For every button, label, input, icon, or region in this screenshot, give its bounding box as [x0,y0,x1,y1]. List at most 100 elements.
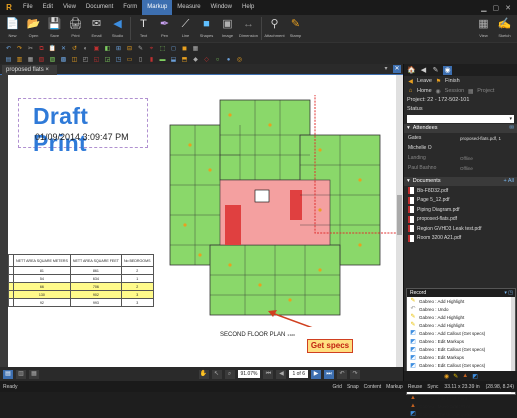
minimize-icon[interactable]: ▁ [481,4,486,12]
toolbar-tool-icon[interactable]: ▮ [147,56,156,64]
record-item[interactable]: ◩Gabreo : Edit Callout (Get specs) [407,362,515,370]
chat-icon[interactable]: ◩ [472,373,478,380]
record-item[interactable]: ◩Gabreo : Edit Markups [407,337,515,345]
record-item[interactable]: ◩Gabreo : Edit Markups [407,354,515,362]
first-page-icon[interactable]: ⏮ [263,369,274,379]
toolbar-tool-icon[interactable]: ▤ [4,56,13,64]
toolbar-tool-icon[interactable]: ◐ [81,45,90,53]
menu-markup[interactable]: Markup [142,0,173,15]
page-field[interactable]: 1 of 6 [289,370,308,378]
open-button[interactable]: 📂 Open [23,15,44,42]
attendee-row[interactable]: Landing Offline [404,153,517,163]
stamp-icon[interactable]: ▲ [462,373,468,379]
status-toggle-grid[interactable]: Grid [333,384,342,390]
menu-help[interactable]: Help [237,0,259,15]
toolbar-tool-icon[interactable]: ▬ [158,56,167,64]
email-button[interactable]: ✉ Email [86,15,107,42]
toolbar-tool-icon[interactable]: ▦ [26,56,35,64]
panel-tab-3[interactable]: ◉ [443,65,452,75]
toolbar-tool-icon[interactable]: ◰ [81,56,90,64]
view-button[interactable]: ▦ View [473,15,494,42]
toolbar-tool-icon[interactable]: ✕ [59,45,68,53]
menu-window[interactable]: Window [206,0,237,15]
status-toggle-content[interactable]: Content [364,384,382,390]
finish-button[interactable]: Finish [445,78,460,84]
maximize-icon[interactable]: ▢ [493,4,500,12]
documents-header[interactable]: ▾ Documents + All [404,177,517,186]
toolbar-tool-icon[interactable]: ◳ [114,56,123,64]
toolbar-tool-icon[interactable]: ○ [213,56,222,64]
save-button[interactable]: 💾 Save [44,15,65,42]
floor-plan[interactable] [160,95,400,327]
toolbar-tool-icon[interactable]: ● [224,56,233,64]
zoom-field[interactable]: 91.07% [237,370,261,378]
project-link[interactable]: Project [477,88,494,94]
new-button[interactable]: 📄 New [2,15,23,42]
shapes-button[interactable]: ■ Shapes [196,15,217,42]
record-item[interactable]: ◩Gabreo : Edit Callout (Get specs) [407,346,515,354]
document-item[interactable]: Piping Diagram.pdf [404,205,517,215]
tab-proposed-flats[interactable]: proposed flats × [2,65,57,75]
toolbar-tool-icon[interactable]: ↷ [15,45,24,53]
toolbar-tool-icon[interactable]: ◇ [202,56,211,64]
toolbar-tool-icon[interactable]: ▭ [125,56,134,64]
select-icon[interactable]: ↖ [211,369,222,379]
back-icon[interactable]: ↶ [337,369,347,379]
dimension-button[interactable]: ↔ Dimension [238,15,259,42]
print-button[interactable]: 🖨 Print [65,15,86,42]
toolbar-tool-icon[interactable]: ⬚ [158,45,167,53]
continuous-icon[interactable]: ▥ [16,369,26,379]
toolbar-tool-icon[interactable]: ⊞ [114,45,123,53]
close-icon[interactable]: ✕ [505,4,511,12]
attendee-row[interactable]: Gates proposed-flats.pdf, 1 [404,133,517,143]
pin-icon[interactable]: ▾ [382,65,390,73]
prev-page-icon[interactable]: ◀ [276,369,287,379]
attendees-header[interactable]: ▾ Attendees ✉ [404,124,517,133]
toolbar-tool-icon[interactable]: ◆ [191,56,200,64]
mail-icon[interactable]: ✉ [509,124,517,133]
record-item[interactable]: ◩ Gabreo : These look good [407,410,515,418]
document-item[interactable]: Page 5_12.pdf [404,196,517,206]
toolbar-tool-icon[interactable]: ▯ [136,56,145,64]
menu-form[interactable]: Form [118,0,142,15]
menu-view[interactable]: View [58,0,81,15]
status-dropdown[interactable] [407,115,514,123]
home-link[interactable]: Home [417,88,432,94]
toolbar-tool-icon[interactable]: ▨ [48,56,57,64]
toolbar-tool-icon[interactable]: ↺ [70,45,79,53]
record-item[interactable]: ▲ Gabreo : Edit Draft Print [407,394,515,402]
status-toggle-reuse[interactable]: Reuse [408,384,422,390]
attachment-button[interactable]: ⚲ Attachment [264,15,285,42]
record-item[interactable]: ✎ Gabreo : Add Highlight [407,321,515,329]
menu-measure[interactable]: Measure [172,0,205,15]
record-item[interactable]: ✎ Gabreo : Add Highlight [407,313,515,321]
draft-print-stamp[interactable]: Draft Print 01/09/2014 3:09:47 PM [18,98,148,156]
line-button[interactable]: ⟋ Line [175,15,196,42]
leave-button[interactable]: Leave [417,78,432,84]
toolbar-tool-icon[interactable]: ⌖ [147,45,156,53]
toolbar-tool-icon[interactable]: ▣ [92,45,101,53]
get-specs-callout[interactable]: Get specs [307,339,353,353]
record-item[interactable]: ✎ Gabreo : Add Highlight [407,297,515,305]
toolbar-tool-icon[interactable]: ⬓ [169,56,178,64]
toolbar-tool-icon[interactable]: ◧ [103,45,112,53]
toolbar-tool-icon[interactable]: ✎ [136,45,145,53]
toolbar-tool-icon[interactable]: ✂ [26,45,35,53]
vertical-scrollbar[interactable] [396,75,403,367]
panel-tab-1[interactable]: ◀ [419,66,428,75]
toolbar-tool-icon[interactable]: ◎ [235,56,244,64]
document-item[interactable]: Region GVHD3 Leak test.pdf [404,224,517,234]
toolbar-tool-icon[interactable]: ◻ [169,45,178,53]
record-item[interactable]: ◩ Gabreo : Add Callout (Get specs) [407,329,515,337]
text-button[interactable]: T Text [133,15,154,42]
panel-tab-0[interactable]: 🏠 [407,66,416,75]
toolbar-tool-icon[interactable]: 📋 [48,45,57,53]
record-options-icon[interactable]: ▾ ◳ [504,289,513,297]
panel-tab-2[interactable]: ✎ [431,66,440,75]
status-toggle-snap[interactable]: Snap [347,384,359,390]
record-item[interactable]: ▲ Gabreo : Move Draft Print [407,402,515,410]
pen-button[interactable]: ✒ Pen [154,15,175,42]
document-item[interactable]: Bb-F8D32.pdf [404,186,517,196]
document-item[interactable]: proposed-flats.pdf [404,215,517,225]
last-page-icon[interactable]: ⏭ [324,369,334,379]
